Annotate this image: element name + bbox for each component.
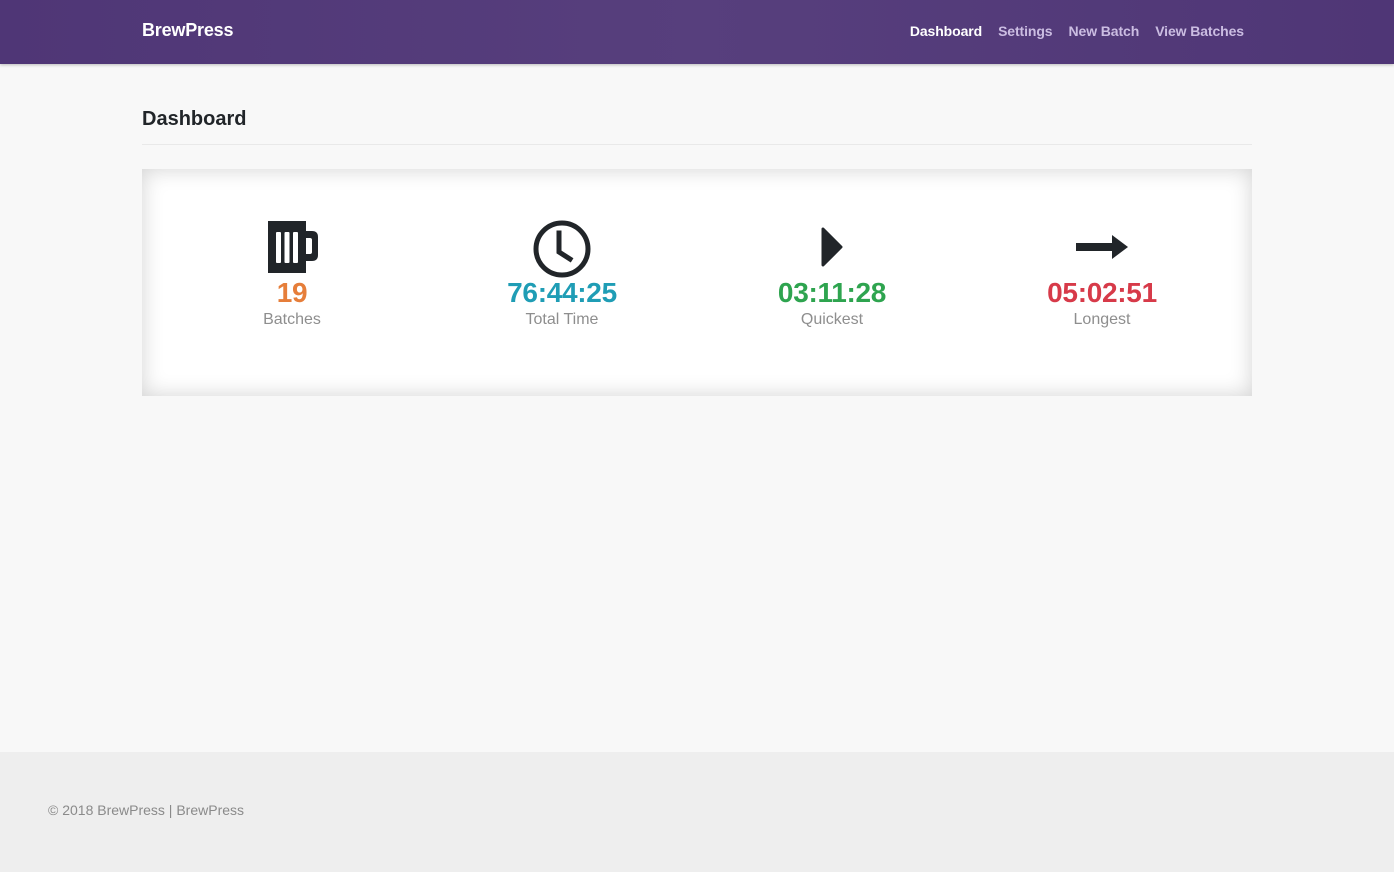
- batches-label: Batches: [263, 311, 321, 328]
- main-nav: Dashboard Settings New Batch View Batche…: [910, 23, 1244, 39]
- footer-copyright: © 2018 BrewPress | BrewPress: [48, 802, 245, 818]
- total-time-value: 76:44:25: [507, 277, 617, 308]
- stat-batches: 19 Batches: [157, 217, 427, 331]
- nav-dashboard-link[interactable]: Dashboard: [910, 23, 982, 39]
- brand-link[interactable]: BrewPress: [142, 20, 233, 41]
- nav-view-batches-link[interactable]: View Batches: [1155, 23, 1244, 39]
- stat-longest: 05:02:51 Longest: [967, 217, 1237, 331]
- longest-label: Longest: [1073, 311, 1131, 328]
- top-navbar: BrewPress Dashboard Settings New Batch V…: [0, 0, 1394, 64]
- footer: © 2018 BrewPress | BrewPress: [0, 752, 1394, 872]
- nav-settings-link[interactable]: Settings: [998, 23, 1053, 39]
- title-divider: [142, 144, 1252, 145]
- batches-value: 19: [276, 277, 308, 308]
- quickest-label: Quickest: [800, 311, 864, 328]
- page-title: Dashboard: [142, 108, 247, 130]
- stat-total-time: 76:44:25 Total Time: [427, 217, 697, 331]
- arrow-right-icon: [967, 217, 1237, 277]
- stats-card: 19 Batches 76:44:25 Total Time 03:11:28 …: [142, 169, 1252, 396]
- longest-value: 05:02:51: [1047, 277, 1157, 308]
- total-time-label: Total Time: [525, 311, 599, 328]
- beer-mug-icon: [157, 217, 427, 277]
- nav-new-batch-link[interactable]: New Batch: [1069, 23, 1140, 39]
- play-icon: [697, 217, 967, 277]
- clock-icon: [427, 217, 697, 278]
- quickest-value: 03:11:28: [777, 277, 887, 308]
- stat-quickest: 03:11:28 Quickest: [697, 217, 967, 331]
